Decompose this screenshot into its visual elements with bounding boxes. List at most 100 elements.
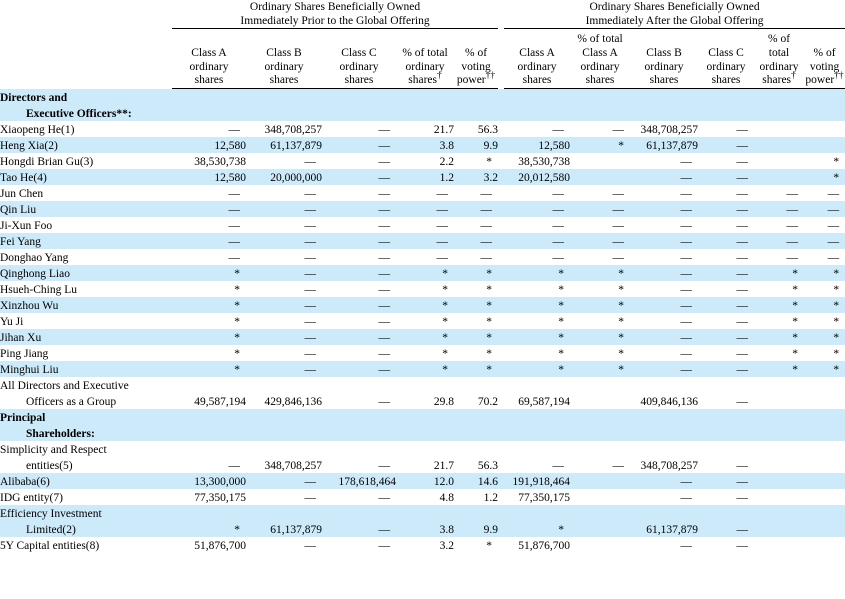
cell-after-pct-vote: *: [804, 153, 845, 169]
col-head-sup: ††: [486, 72, 496, 82]
col-head-top: % of: [754, 33, 804, 47]
cell-blank: [454, 409, 498, 425]
cell-blank: [172, 505, 246, 521]
cell-prior-class-b: —: [246, 201, 322, 217]
cell-prior-pct-total: *: [396, 329, 454, 345]
cell-prior-class-c: —: [322, 297, 396, 313]
cell-after-pct-total: —: [754, 185, 804, 201]
cell-after-pct-total: —: [754, 249, 804, 265]
cell-after-class-b: —: [630, 281, 698, 297]
cell-after-class-a: —: [504, 121, 570, 137]
cell-after-pct-total: —: [754, 201, 804, 217]
cell-after-class-a: [504, 425, 570, 441]
cell-after-class-a: *: [504, 265, 570, 281]
cell-blank: [698, 89, 754, 106]
cell-prior-class-c: —: [322, 169, 396, 185]
cell-prior-pct-vote: *: [454, 153, 498, 169]
row-label: Minghui Liu: [0, 361, 172, 377]
cell-after-class-b: —: [630, 185, 698, 201]
table-row: Limited(2)*61,137,879—3.89.9*61,137,879—: [0, 521, 845, 537]
cell-after-pct-total: *: [754, 281, 804, 297]
cell-blank: [698, 441, 754, 457]
cell-prior-class-c: [322, 425, 396, 441]
cell-after-class-b: —: [630, 329, 698, 345]
cell-after-class-a: [504, 105, 570, 121]
cell-after-pct-class-a: —: [570, 249, 630, 265]
table-row: Heng Xia(2)12,58061,137,879—3.89.912,580…: [0, 137, 845, 153]
col-head-l2: ordinary: [190, 61, 229, 73]
cell-blank: [246, 441, 322, 457]
cell-prior-class-a: 12,580: [172, 137, 246, 153]
cell-blank: [504, 441, 570, 457]
row-label: Jihan Xu: [0, 329, 172, 345]
cell-prior-class-b: 20,000,000: [246, 169, 322, 185]
cell-blank: [322, 89, 396, 106]
cell-after-pct-vote: [804, 393, 845, 409]
cell-blank: [804, 377, 845, 393]
cell-after-pct-vote: —: [804, 249, 845, 265]
cell-prior-class-c: —: [322, 153, 396, 169]
row-label: Hsueh-Ching Lu: [0, 281, 172, 297]
col-head-prior-class-c: Class C ordinary shares: [322, 33, 396, 88]
beneficial-ownership-table: Ordinary Shares Beneficially Owned Immed…: [0, 0, 845, 553]
cell-prior-pct-vote: 56.3: [454, 457, 498, 473]
col-head-l3: shares: [650, 74, 679, 86]
col-head-l2: ordinary: [518, 61, 557, 73]
cell-after-class-b: —: [630, 345, 698, 361]
cell-after-pct-class-a: —: [570, 201, 630, 217]
table-row: Yu Ji*——****——**: [0, 313, 845, 329]
cell-after-pct-total: *: [754, 345, 804, 361]
cell-after-class-c: —: [698, 249, 754, 265]
cell-after-pct-total: [754, 489, 804, 505]
cell-blank: [322, 377, 396, 393]
row-label-line1: Principal: [0, 409, 172, 425]
cell-after-class-c: —: [698, 329, 754, 345]
cell-prior-class-c: [322, 105, 396, 121]
cell-blank: [698, 505, 754, 521]
row-label: Yu Ji: [0, 313, 172, 329]
cell-prior-class-b: —: [246, 473, 322, 489]
cell-blank: [754, 441, 804, 457]
cell-blank: [246, 409, 322, 425]
cell-prior-pct-total: *: [396, 313, 454, 329]
cell-after-pct-vote: [804, 105, 845, 121]
cell-prior-class-c: —: [322, 521, 396, 537]
cell-blank: [396, 505, 454, 521]
cell-after-pct-vote: *: [804, 313, 845, 329]
cell-after-pct-vote: —: [804, 185, 845, 201]
cell-prior-pct-vote: *: [454, 361, 498, 377]
cell-blank: [804, 409, 845, 425]
col-head-l3: shares: [586, 74, 615, 86]
table-row: Ping Jiang*——****——**: [0, 345, 845, 361]
cell-blank: [172, 89, 246, 106]
cell-prior-class-a: *: [172, 521, 246, 537]
cell-after-class-c: —: [698, 361, 754, 377]
cell-prior-class-a: —: [172, 233, 246, 249]
group-title-row: Ordinary Shares Beneficially Owned Immed…: [0, 0, 845, 28]
cell-prior-pct-vote: —: [454, 249, 498, 265]
cell-after-pct-class-a: —: [570, 217, 630, 233]
cell-prior-pct-total: 3.8: [396, 521, 454, 537]
cell-after-class-a: 12,580: [504, 137, 570, 153]
cell-prior-class-b: [246, 425, 322, 441]
cell-after-class-c: —: [698, 265, 754, 281]
row-label: Xiaopeng He(1): [0, 121, 172, 137]
row-label: Heng Xia(2): [0, 137, 172, 153]
ownership-table-page: Ordinary Shares Beneficially Owned Immed…: [0, 0, 845, 599]
row-label: Jun Chen: [0, 185, 172, 201]
cell-after-class-c: —: [698, 457, 754, 473]
cell-blank: [570, 441, 630, 457]
col-head-l1: % of: [465, 47, 487, 59]
cell-blank: [172, 409, 246, 425]
cell-after-pct-vote: *: [804, 169, 845, 185]
cell-after-class-a: *: [504, 297, 570, 313]
cell-prior-class-b: [246, 105, 322, 121]
cell-blank: [570, 409, 630, 425]
cell-blank: [698, 409, 754, 425]
cell-after-class-c: [698, 105, 754, 121]
cell-prior-pct-total: 3.2: [396, 537, 454, 553]
cell-prior-pct-vote: 70.2: [454, 393, 498, 409]
col-head-l2: ordinary: [265, 61, 304, 73]
cell-prior-class-a: [172, 425, 246, 441]
cell-after-pct-vote: [804, 425, 845, 441]
